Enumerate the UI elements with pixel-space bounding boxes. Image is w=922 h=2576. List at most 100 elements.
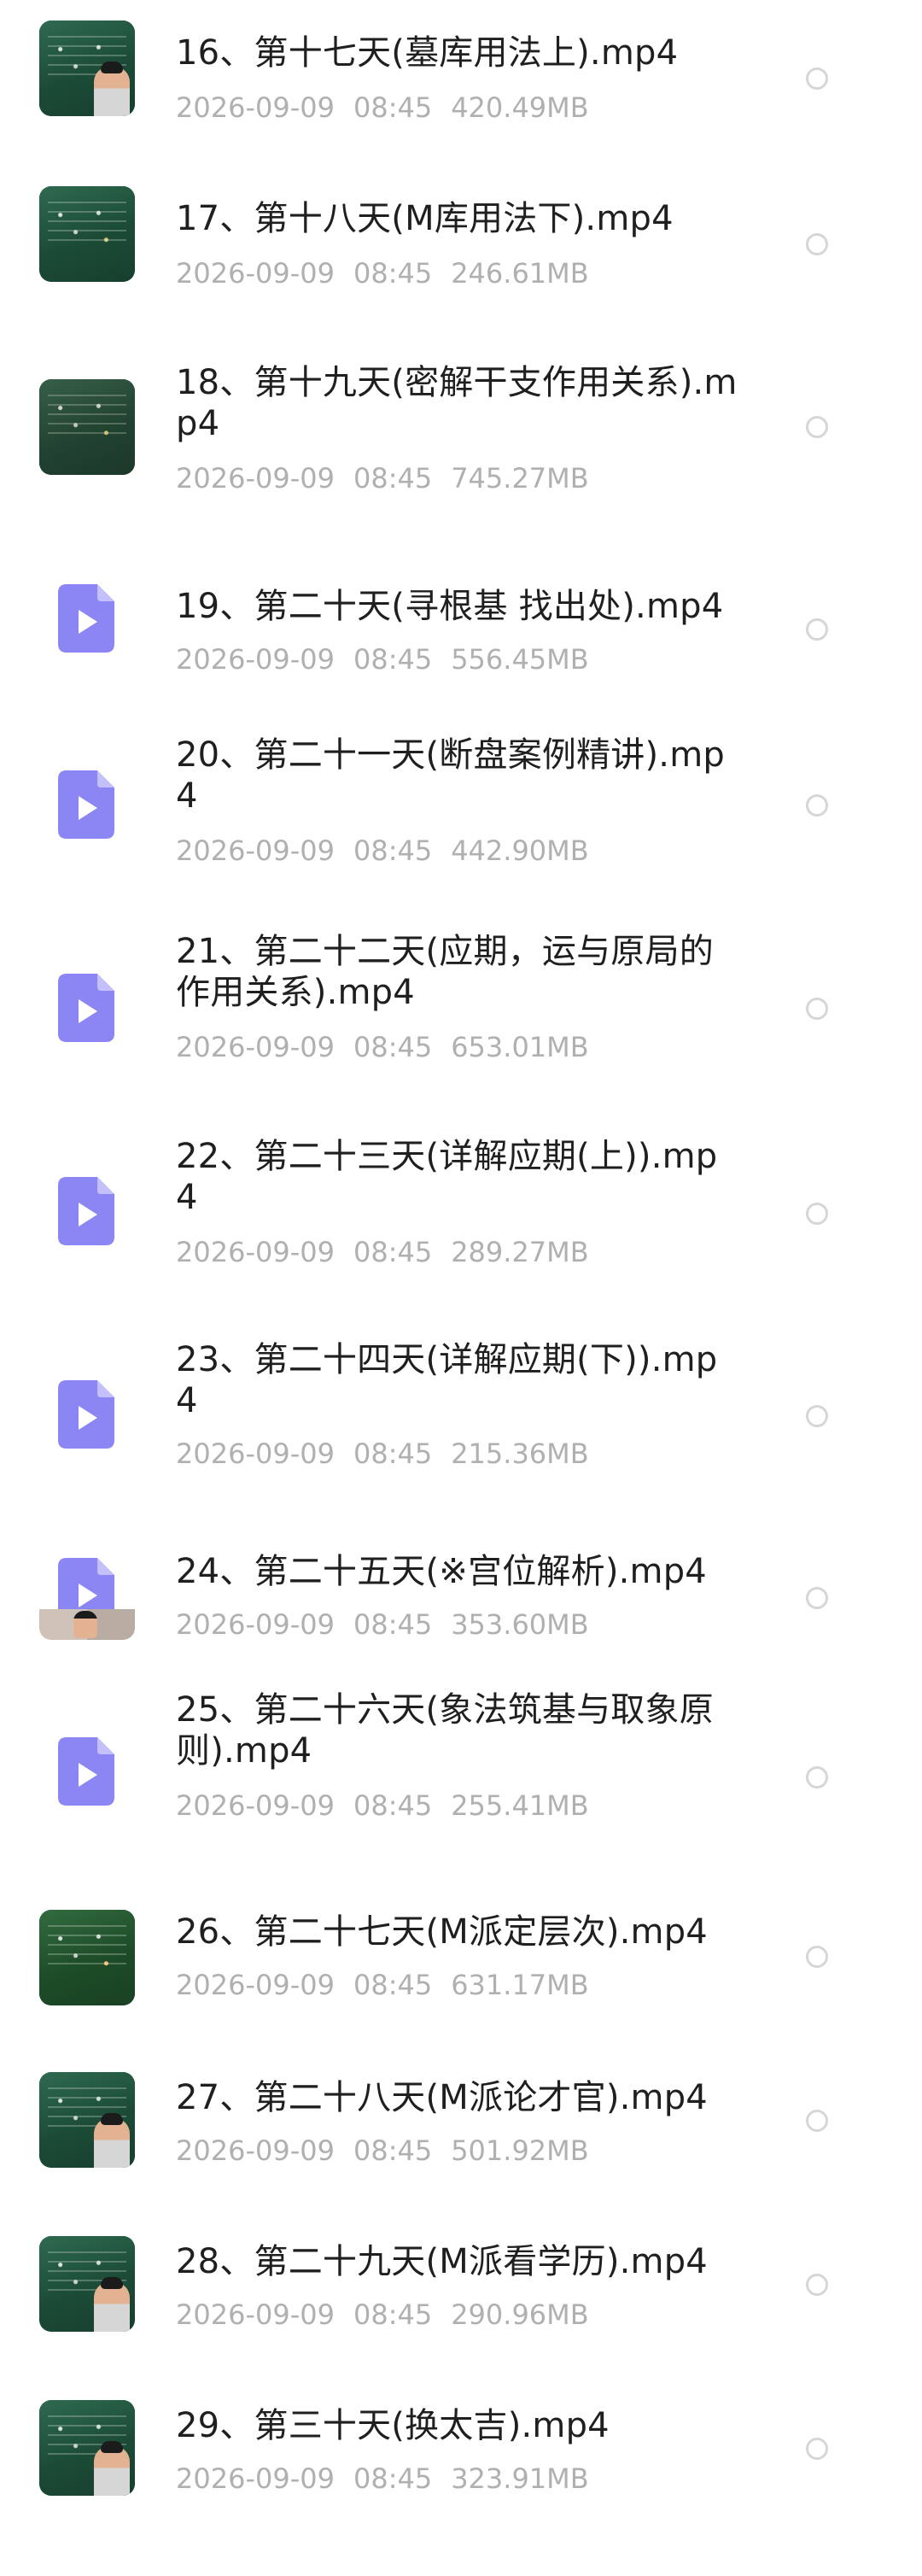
video-file-thumbnail: [39, 1724, 135, 1819]
file-list-item[interactable]: 26、第二十七天(M派定层次).mp4 2026-09-09 08:45 631.1…: [0, 1889, 922, 2048]
file-date: 2026-09-09: [176, 2462, 335, 2495]
chalkboard-image: [39, 186, 135, 282]
select-radio[interactable]: [806, 1405, 828, 1427]
file-list-item[interactable]: 23、第二十四天(详解应期(下)).mp4 2026-09-09 08:45 215…: [0, 1320, 922, 1524]
video-thumbnail: [39, 2072, 135, 2168]
file-name: 17、第十八天(M库用法下).mp4: [176, 199, 674, 238]
file-meta: 2026-09-09 08:45 631.17MB: [176, 1968, 589, 2002]
video-thumbnail: [39, 186, 135, 282]
file-date: 2026-09-09: [176, 1789, 335, 1822]
select-radio[interactable]: [806, 1587, 828, 1609]
file-size: 556.45MB: [451, 643, 589, 676]
file-size: 353.60MB: [451, 1608, 589, 1641]
file-name: 24、第二十五天(※宫位解析).mp4: [176, 1552, 707, 1591]
file-list-item[interactable]: 27、第二十八天(M派论才官).mp4 2026-09-09 08:45 501.9…: [0, 2048, 922, 2212]
select-radio[interactable]: [806, 618, 828, 641]
lecturer-image: [94, 2441, 130, 2496]
file-list-item[interactable]: 21、第二十二天(应期，运与原局的作用关系).mp4 2026-09-09 08:…: [0, 914, 922, 1117]
select-radio[interactable]: [806, 2438, 828, 2460]
file-list-item[interactable]: 22、第二十三天(详解应期(上)).mp4 2026-09-09 08:45 289…: [0, 1117, 922, 1320]
file-meta: 2026-09-09 08:45 215.36MB: [176, 1437, 589, 1471]
chalkboard-image: [39, 379, 135, 475]
file-size: 442.90MB: [451, 834, 589, 867]
file-meta: 2026-09-09 08:45 556.45MB: [176, 642, 589, 676]
file-meta: 2026-09-09 08:45 290.96MB: [176, 2298, 589, 2332]
select-radio[interactable]: [806, 416, 828, 438]
file-meta: 2026-09-09 08:45 442.90MB: [176, 834, 589, 868]
file-date: 2026-09-09: [176, 2298, 335, 2331]
video-file-thumbnail: [39, 1544, 135, 1640]
file-meta: 2026-09-09 08:45 353.60MB: [176, 1607, 589, 1642]
file-list-item[interactable]: 25、第二十六天(象法筑基与取象原则).mp4 2026-09-09 08:45 2…: [0, 1686, 922, 1889]
select-radio[interactable]: [806, 1946, 828, 1968]
file-date: 2026-09-09: [176, 91, 335, 124]
select-radio[interactable]: [806, 1203, 828, 1225]
file-meta: 2026-09-09 08:45 323.91MB: [176, 2462, 589, 2496]
file-list-item[interactable]: 16、第十七天(墓库用法上).mp4 2026-09-09 08:45 420.49…: [0, 0, 922, 154]
video-file-icon: [58, 1177, 114, 1245]
file-size: 246.61MB: [451, 257, 589, 290]
file-size: 420.49MB: [451, 91, 589, 124]
file-meta: 2026-09-09 08:45 653.01MB: [176, 1030, 589, 1064]
select-radio[interactable]: [806, 1766, 828, 1789]
video-file-thumbnail: [39, 757, 135, 852]
video-file-icon: [58, 770, 114, 839]
file-date: 2026-09-09: [176, 1437, 335, 1470]
file-size: 653.01MB: [451, 1031, 589, 1063]
file-time: 08:45: [353, 1437, 433, 1470]
file-meta: 2026-09-09 08:45 255.41MB: [176, 1789, 589, 1823]
file-date: 2026-09-09: [176, 1608, 335, 1641]
file-time: 08:45: [353, 2462, 433, 2495]
video-file-thumbnail: [39, 571, 135, 666]
video-file-icon: [58, 584, 114, 653]
file-name: 20、第二十一天(断盘案例精讲).mp4: [176, 735, 725, 816]
file-list-item[interactable]: 18、第十九天(密解干支作用关系).mp4 2026-09-09 08:45 745…: [0, 325, 922, 547]
file-name: 22、第二十三天(详解应期(上)).mp4: [176, 1137, 718, 1217]
video-file-thumbnail: [39, 1367, 135, 1462]
file-size: 501.92MB: [451, 2134, 589, 2167]
select-radio[interactable]: [806, 67, 828, 90]
select-radio[interactable]: [806, 2274, 828, 2296]
select-radio[interactable]: [806, 794, 828, 817]
file-name: 29、第三十天(换太吉).mp4: [176, 2406, 610, 2445]
file-name: 28、第二十九天(M派看学历).mp4: [176, 2242, 708, 2281]
select-radio[interactable]: [806, 2110, 828, 2132]
video-file-icon: [58, 1737, 114, 1806]
file-date: 2026-09-09: [176, 257, 335, 290]
file-meta: 2026-09-09 08:45 289.27MB: [176, 1235, 589, 1269]
select-radio[interactable]: [806, 233, 828, 255]
file-time: 08:45: [353, 1031, 433, 1063]
video-file-thumbnail: [39, 960, 135, 1056]
file-list-item[interactable]: 20、第二十一天(断盘案例精讲).mp4 2026-09-09 08:45 442.…: [0, 709, 922, 914]
file-name: 25、第二十六天(象法筑基与取象原则).mp4: [176, 1690, 714, 1771]
file-time: 08:45: [353, 1608, 433, 1641]
file-time: 08:45: [353, 2134, 433, 2167]
file-list-item[interactable]: 28、第二十九天(M派看学历).mp4 2026-09-09 08:45 290.9…: [0, 2212, 922, 2376]
file-date: 2026-09-09: [176, 1236, 335, 1268]
file-date: 2026-09-09: [176, 643, 335, 676]
file-date: 2026-09-09: [176, 1969, 335, 2001]
select-radio[interactable]: [806, 998, 828, 1020]
file-list-item[interactable]: 29、第三十天(换太吉).mp4 2026-09-09 08:45 323.91MB: [0, 2376, 922, 2576]
lecturer-image: [94, 2277, 130, 2332]
file-date: 2026-09-09: [176, 834, 335, 867]
file-date: 2026-09-09: [176, 462, 335, 495]
file-list-item[interactable]: 19、第二十天(寻根基 找出处).mp4 2026-09-09 08:45 556.…: [0, 547, 922, 709]
file-time: 08:45: [353, 1789, 433, 1822]
file-size: 289.27MB: [451, 1236, 589, 1268]
video-thumbnail: [39, 20, 135, 116]
lecturer-image: [73, 1611, 97, 1638]
file-time: 08:45: [353, 643, 433, 676]
file-name: 16、第十七天(墓库用法上).mp4: [176, 33, 679, 73]
file-size: 215.36MB: [451, 1437, 589, 1470]
file-name: 23、第二十四天(详解应期(下)).mp4: [176, 1340, 718, 1420]
file-size: 323.91MB: [451, 2462, 589, 2495]
file-time: 08:45: [353, 462, 433, 495]
file-size: 290.96MB: [451, 2298, 589, 2331]
file-name: 26、第二十七天(M派定层次).mp4: [176, 1912, 708, 1952]
file-meta: 2026-09-09 08:45 420.49MB: [176, 91, 589, 125]
file-list-item[interactable]: 17、第十八天(M库用法下).mp4 2026-09-09 08:45 246.61…: [0, 154, 922, 325]
lecturer-image: [94, 61, 130, 116]
file-time: 08:45: [353, 1969, 433, 2001]
file-list-item[interactable]: 24、第二十五天(※宫位解析).mp4 2026-09-09 08:45 353.6…: [0, 1524, 922, 1686]
